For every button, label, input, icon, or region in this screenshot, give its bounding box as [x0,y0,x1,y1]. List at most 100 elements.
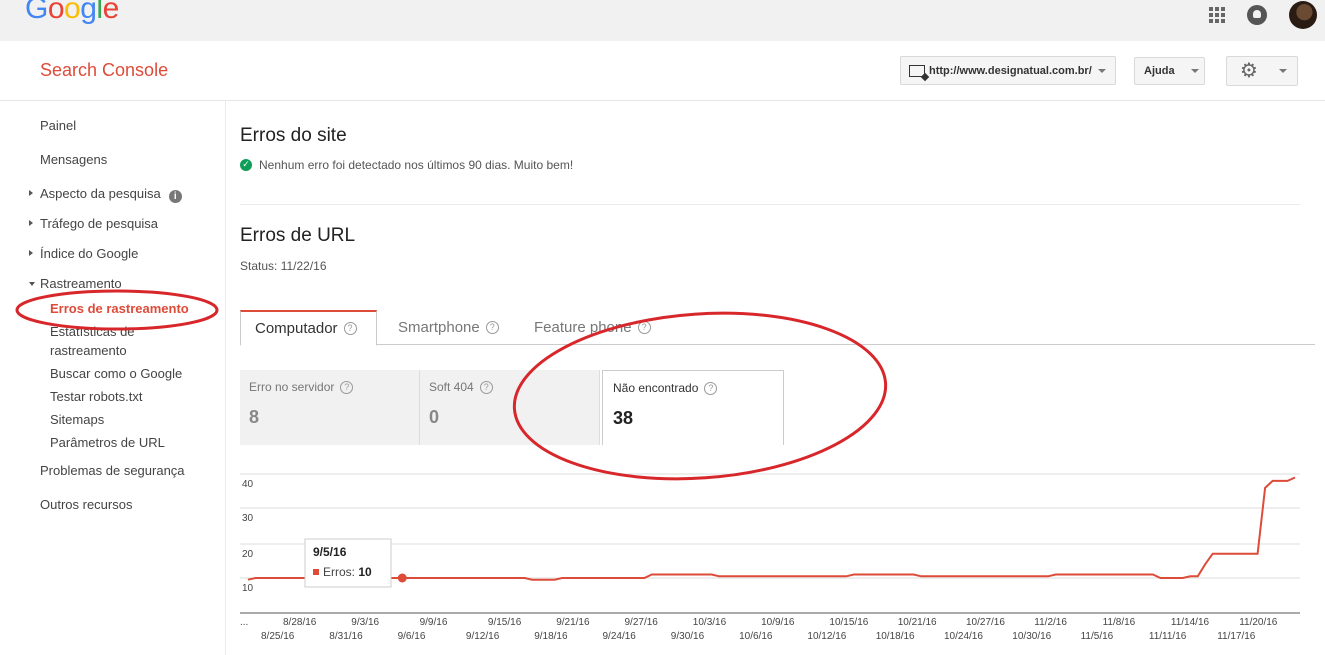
device-tabs: Computador? Smartphone? Feature phone? [240,310,1315,346]
help-button[interactable]: Ajuda [1134,57,1205,85]
logo-letter-0: G [25,0,48,25]
x-tick-label: 11/20/16 [1239,617,1278,628]
help-icon[interactable]: ? [485,321,499,334]
sidebar-subitem-estatisticas-2[interactable]: rastreamento [50,343,127,358]
x-tick-label: 9/27/16 [625,617,659,628]
chevron-down-icon [1097,68,1106,73]
divider [240,204,1300,205]
help-icon[interactable]: ? [343,322,357,335]
x-tick-label: 11/14/16 [1171,617,1210,628]
apps-grid-icon[interactable] [1209,7,1225,23]
tooltip-legend-swatch [313,569,319,575]
x-tick-label: 9/15/16 [488,617,522,628]
x-tick-label: 8/25/16 [261,631,295,642]
main-content: Erros do site ✓ Nenhum erro foi detectad… [240,101,1320,655]
card-soft-404[interactable]: Soft 404? 0 [420,370,600,445]
logo-letter-5: e [102,0,120,25]
x-tick-label: ... [240,617,248,628]
tab-smartphone[interactable]: Smartphone? [398,310,499,345]
x-tick-label: 10/6/16 [739,631,773,642]
site-monitor-icon [909,64,925,77]
errors-line-chart[interactable]: 40 30 20 10... 8/28/16 9/3/16 9/9/16 9/15/16 9/2… [240,461,1315,655]
x-tick-label: 8/31/16 [329,631,363,642]
tab-label: Smartphone [398,319,480,336]
sidebar-subitem-robots[interactable]: Testar robots.txt [50,389,142,404]
sidebar-item-seguranca[interactable]: Problemas de segurança [40,463,185,478]
x-tick-label: 9/12/16 [466,631,500,642]
x-tick-label: 9/18/16 [534,631,568,642]
x-tick-label: 9/21/16 [556,617,590,628]
card-label: Erro no servidor [249,380,335,394]
sidebar-item-rastreamento[interactable]: Rastreamento [40,276,122,291]
tab-computador[interactable]: Computador? [240,310,377,346]
gear-icon [1240,58,1259,82]
site-errors-title: Erros do site [240,125,347,146]
sidebar-subitem-estatisticas[interactable]: Estatísticas de [50,324,135,339]
y-tick-label: 20 [242,549,254,560]
x-tick-label: 9/30/16 [671,631,705,642]
sidebar-item-label: Aspecto da pesquisa [40,186,161,201]
expand-right-icon [29,250,33,256]
hover-point [397,573,407,583]
card-value: 38 [613,408,634,428]
expand-down-icon [29,282,35,286]
google-top-bar: Google [0,0,1325,41]
sidebar-item-aspecto[interactable]: Aspecto da pesquisa i [40,186,182,203]
sidebar-item-outros[interactable]: Outros recursos [40,497,132,512]
google-logo[interactable]: Google [25,0,119,26]
help-icon[interactable]: ? [637,321,651,334]
site-url: http://www.designatual.com.br/ [929,64,1092,77]
tab-label: Computador [255,320,338,337]
expand-right-icon [29,190,33,196]
notifications-icon[interactable] [1247,5,1267,25]
help-icon[interactable]: ? [479,380,493,394]
console-header: Search Console http://www.designatual.co… [0,41,1325,101]
series-line [247,476,1296,581]
x-tick-label: 11/11/16 [1149,631,1187,642]
site-selector[interactable]: http://www.designatual.com.br/ [900,56,1116,85]
x-tick-label: 8/28/16 [283,617,317,628]
sidebar-subitem-buscar[interactable]: Buscar como o Google [50,366,182,381]
chevron-down-icon [1190,69,1199,73]
sidebar-subitem-parametros[interactable]: Parâmetros de URL [50,435,165,450]
x-tick-label: 10/3/16 [693,617,727,628]
card-erro-servidor[interactable]: Erro no servidor? 8 [240,370,420,445]
sidebar-item-trafego[interactable]: Tráfego de pesquisa [40,216,158,231]
chevron-down-icon [1279,69,1287,73]
help-icon[interactable]: ? [704,381,718,395]
site-errors-status: ✓ Nenhum erro foi detectado nos últimos … [240,158,573,172]
sidebar: Painel Mensagens Aspecto da pesquisa i Tr… [0,101,226,655]
y-tick-label: 40 [242,479,254,490]
logo-letter-1: o [47,0,65,25]
x-tick-label: 10/30/16 [1012,631,1051,642]
tab-label: Feature phone [534,319,632,336]
x-tick-label: 9/24/16 [603,631,637,642]
tooltip-value: 10 [358,565,372,579]
tooltip-series: Erros: 10 [323,565,372,579]
site-errors-message: Nenhum erro foi detectado nos últimos 90… [259,158,574,172]
logo-letter-2: o [64,0,81,25]
settings-button[interactable] [1226,56,1298,86]
avatar[interactable] [1289,1,1317,29]
x-tick-label: 11/8/16 [1103,617,1136,628]
x-tick-label: 9/9/16 [420,617,448,628]
card-label: Soft 404 [429,380,474,394]
x-tick-label: 10/24/16 [944,631,983,642]
sidebar-subitem-erros-rastreamento[interactable]: Erros de rastreamento [50,301,189,316]
tab-feature-phone[interactable]: Feature phone? [534,310,651,345]
help-icon[interactable]: ? [340,380,354,394]
x-tick-label: 11/17/16 [1217,631,1256,642]
sidebar-item-indice[interactable]: Índice do Google [40,246,138,261]
search-console-title[interactable]: Search Console [40,60,168,81]
expand-right-icon [29,220,33,226]
sidebar-item-mensagens[interactable]: Mensagens [40,152,107,167]
check-circle-icon: ✓ [240,159,252,171]
x-tick-label: 10/18/16 [876,631,915,642]
sidebar-subitem-sitemaps[interactable]: Sitemaps [50,412,104,427]
card-value: 8 [249,407,260,427]
card-nao-encontrado[interactable]: Não encontrado? 38 [602,370,784,445]
x-tick-label: 10/12/16 [807,631,846,642]
url-errors-status: Status: 11/22/16 [240,259,327,273]
sidebar-item-painel[interactable]: Painel [40,118,76,133]
info-icon[interactable]: i [168,190,182,203]
